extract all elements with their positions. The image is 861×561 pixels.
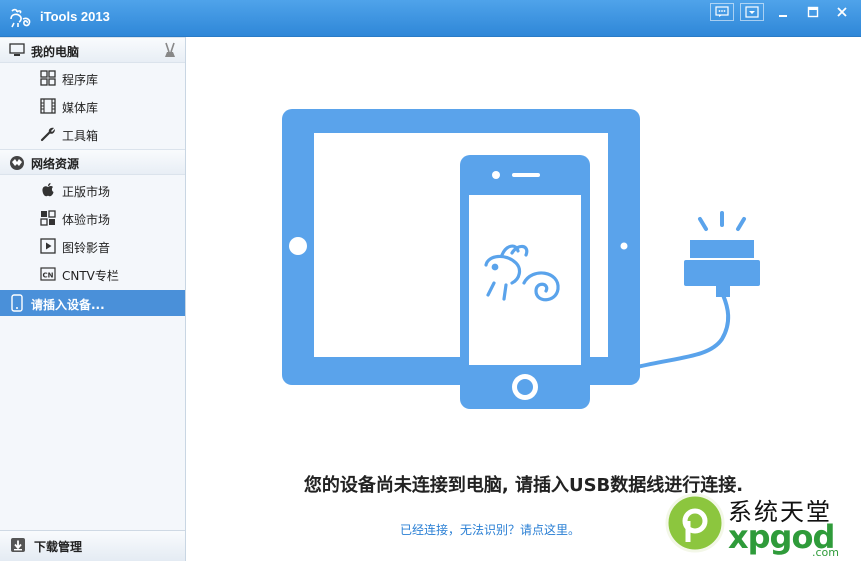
app-title: iTools 2013: [40, 9, 110, 24]
sidebar-item-official-market[interactable]: 正版市场: [0, 176, 185, 204]
sidebar-item-label: 请插入设备...: [31, 298, 105, 312]
usb-cable: [636, 294, 731, 369]
grid-icon: [40, 210, 56, 226]
sidebar-item-label: 媒体库: [62, 101, 99, 115]
svg-text:CN: CN: [43, 272, 54, 280]
watermark-suffix: .com: [812, 546, 839, 559]
xpgod-watermark: 系统天堂 xpgod .com: [664, 490, 860, 560]
group-network-resources[interactable]: 网络资源: [0, 149, 185, 175]
sidebar-item-ringtones-video[interactable]: 图铃影音: [0, 232, 185, 260]
cntv-icon: CN: [40, 267, 56, 281]
sidebar-item-media-library[interactable]: 媒体库: [0, 92, 185, 120]
sidebar-item-trial-market[interactable]: 体验市场: [0, 204, 185, 232]
sidebar-item-insert-device[interactable]: 请插入设备...: [0, 290, 185, 316]
apple-icon: [42, 183, 54, 197]
sidebar-item-label: CNTV专栏: [62, 269, 119, 283]
minimize-button[interactable]: [771, 3, 795, 21]
wrench-icon: [40, 127, 55, 142]
rabbit-logo-icon: [10, 8, 31, 28]
main-panel: 您的设备尚未连接到电脑, 请插入USB数据线进行连接. 已经连接，无法识别？请点…: [186, 37, 861, 561]
sidebar-item-toolbox[interactable]: 工具箱: [0, 120, 185, 148]
sidebar-item-cntv[interactable]: CN CNTV专栏: [0, 260, 185, 288]
network-globe-icon: [10, 156, 24, 170]
group-label: 我的电脑: [31, 45, 80, 59]
film-icon: [40, 98, 56, 114]
sidebar-item-label: 图铃影音: [62, 241, 111, 255]
dropdown-menu-icon: [745, 6, 759, 18]
play-icon: [40, 238, 56, 254]
usb-spark-lines: [698, 211, 746, 231]
minimize-icon: [779, 15, 787, 17]
tablet-camera: [620, 242, 628, 250]
group-my-computer[interactable]: 我的电脑: [0, 37, 185, 63]
sidebar-item-label: 体验市场: [62, 213, 111, 227]
grid-icon: [40, 70, 56, 86]
tablet-home-button: [289, 237, 307, 255]
close-icon: [837, 7, 847, 17]
download-manager-label: 下载管理: [34, 540, 83, 554]
sidebar-item-label: 正版市场: [62, 185, 111, 199]
usb-connector: [684, 260, 760, 286]
close-button[interactable]: [830, 3, 854, 21]
maximize-button[interactable]: [801, 3, 825, 21]
usb-connector-top: [690, 240, 754, 258]
watermark-logo-icon: [665, 493, 725, 553]
feedback-button[interactable]: [710, 3, 734, 21]
connect-device-illustration: [282, 109, 760, 409]
sidebar: 我的电脑 程序库 媒体库 工具箱 网络资源 正版市场 体验市场 图铃影音 CN …: [0, 37, 186, 561]
sidebar-item-label: 程序库: [62, 73, 99, 87]
phone-icon: [11, 294, 23, 312]
download-icon: [11, 538, 25, 552]
sidebar-item-label: 工具箱: [62, 129, 99, 143]
chat-icon: [715, 6, 729, 17]
rabbit-ears-icon: [165, 42, 175, 57]
maximize-icon: [807, 6, 819, 18]
group-label: 网络资源: [31, 157, 80, 171]
download-manager[interactable]: 下载管理: [0, 530, 185, 561]
menu-button[interactable]: [740, 3, 764, 21]
cable-tip: [716, 285, 730, 297]
sidebar-item-app-library[interactable]: 程序库: [0, 64, 185, 92]
phone-camera: [492, 171, 500, 179]
monitor-icon: [9, 43, 25, 56]
title-bar: iTools 2013: [0, 0, 861, 37]
phone-speaker: [512, 173, 540, 177]
